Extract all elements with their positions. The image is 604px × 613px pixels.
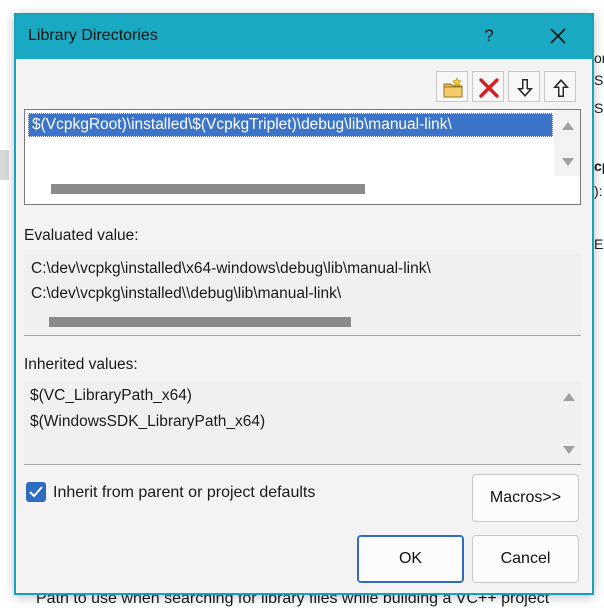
inherited-value-line: $(WindowsSDK_LibraryPath_x64): [30, 413, 266, 430]
scroll-up-arrow[interactable]: [563, 393, 575, 401]
inherit-checkbox[interactable]: [26, 482, 46, 502]
evaluated-value-horizontal-scrollbar[interactable]: [49, 317, 351, 327]
background-left-strip: [0, 150, 9, 180]
inherit-checkbox-label[interactable]: Inherit from parent or project defaults: [53, 484, 315, 502]
inherited-values-vertical-scrollbar[interactable]: [555, 381, 581, 464]
ok-button[interactable]: OK: [357, 535, 464, 583]
close-button[interactable]: [540, 21, 576, 51]
background-fragment: cp: [594, 158, 604, 174]
close-icon: [550, 28, 566, 44]
background-fragment: or: [594, 50, 604, 66]
new-folder-icon: [443, 77, 463, 98]
checkmark-icon: [29, 486, 43, 498]
library-directories-dialog: Library Directories ? $(VcpkgRoot)\insta…: [14, 13, 594, 595]
macros-button[interactable]: Macros>>: [472, 474, 579, 522]
help-button[interactable]: ?: [474, 21, 504, 51]
move-down-icon: [517, 79, 533, 97]
delete-icon: [479, 78, 499, 98]
scroll-up-arrow[interactable]: [562, 122, 574, 130]
background-fragment: SI: [594, 72, 604, 88]
cancel-button[interactable]: Cancel: [472, 535, 579, 583]
background-fragment: Ex: [594, 236, 604, 252]
directory-list-horizontal-scrollbar[interactable]: [51, 184, 365, 194]
inherited-value-line: $(VC_LibraryPath_x64): [30, 387, 192, 404]
move-up-button[interactable]: [544, 71, 576, 102]
delete-line-button[interactable]: [472, 71, 504, 102]
directory-entry[interactable]: $(VcpkgRoot)\installed\$(VcpkgTriplet)\d…: [28, 113, 553, 137]
new-line-button[interactable]: [436, 71, 468, 102]
inherited-values-box: $(VC_LibraryPath_x64) $(WindowsSDK_Libra…: [24, 381, 581, 465]
evaluated-value-line: C:\dev\vcpkg\installed\x64-windows\debug…: [31, 260, 431, 277]
inherited-values-label: Inherited values:: [24, 356, 138, 373]
scroll-down-arrow[interactable]: [562, 158, 574, 166]
move-up-icon: [553, 79, 569, 97]
directory-list[interactable]: $(VcpkgRoot)\installed\$(VcpkgTriplet)\d…: [24, 109, 581, 205]
background-fragment: ):: [594, 183, 603, 199]
scroll-down-arrow[interactable]: [563, 446, 575, 454]
evaluated-value-label: Evaluated value:: [24, 227, 139, 244]
evaluated-value-box: C:\dev\vcpkg\installed\x64-windows\debug…: [24, 254, 581, 336]
directory-list-vertical-scrollbar[interactable]: [554, 110, 580, 176]
dialog-title: Library Directories: [28, 27, 158, 44]
evaluated-value-line: C:\dev\vcpkg\installed\\debug\lib\manual…: [31, 285, 342, 302]
move-down-button[interactable]: [508, 71, 540, 102]
background-fragment: SI: [594, 100, 604, 116]
dialog-titlebar[interactable]: Library Directories ?: [16, 15, 592, 59]
